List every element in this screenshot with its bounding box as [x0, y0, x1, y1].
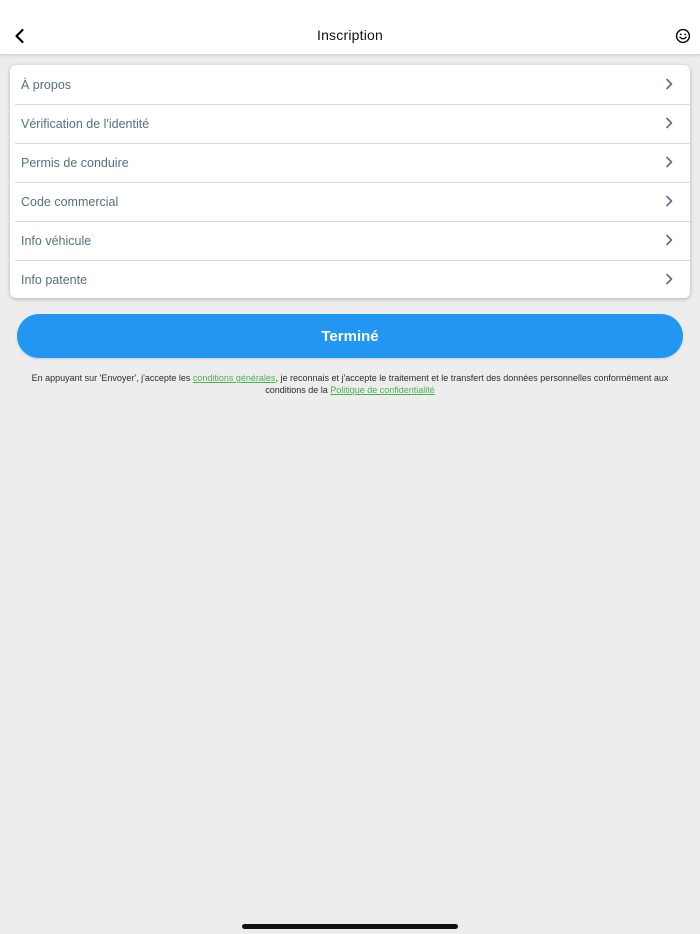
legal-text-middle: , je reconnais et j'accepte le traitemen… — [265, 373, 669, 395]
top-app-bar: Inscription — [0, 0, 700, 55]
list-item-label: Vérification de l'identité — [21, 116, 150, 131]
registration-steps-list: À propos Vérification de l'identité Perm… — [10, 65, 690, 298]
list-item-label: Code commercial — [21, 194, 119, 209]
legal-text-prefix: En appuyant sur 'Envoyer', j'accepte les — [31, 373, 193, 383]
chevron-right-icon — [666, 273, 673, 285]
list-item-label: Permis de conduire — [21, 155, 129, 170]
chevron-right-icon — [666, 234, 673, 246]
list-item-label: À propos — [21, 77, 72, 92]
chevron-right-icon — [666, 195, 673, 207]
list-item-label: Info véhicule — [21, 233, 92, 248]
terms-link[interactable]: conditions générales — [193, 373, 276, 383]
home-indicator[interactable] — [242, 924, 458, 929]
done-button[interactable]: Terminé — [17, 314, 683, 358]
list-item-vehicle-info[interactable]: Info véhicule — [10, 221, 690, 260]
chevron-right-icon — [666, 117, 673, 129]
smiley-face-icon — [675, 28, 691, 44]
list-item-commercial-code[interactable]: Code commercial — [10, 182, 690, 221]
legal-notice: En appuyant sur 'Envoyer', j'accepte les… — [14, 372, 686, 396]
chevron-right-icon — [666, 156, 673, 168]
privacy-policy-link[interactable]: Politique de confidentialité — [330, 385, 435, 395]
list-item-label: Info patente — [21, 272, 88, 287]
list-item-a-propos[interactable]: À propos — [10, 65, 690, 104]
list-item-drivers-license[interactable]: Permis de conduire — [10, 143, 690, 182]
chevron-right-icon — [666, 78, 673, 90]
list-item-license-info[interactable]: Info patente — [10, 260, 690, 298]
support-button[interactable] — [673, 26, 693, 46]
page-title: Inscription — [316, 27, 383, 43]
list-item-identity-verification[interactable]: Vérification de l'identité — [10, 104, 690, 143]
